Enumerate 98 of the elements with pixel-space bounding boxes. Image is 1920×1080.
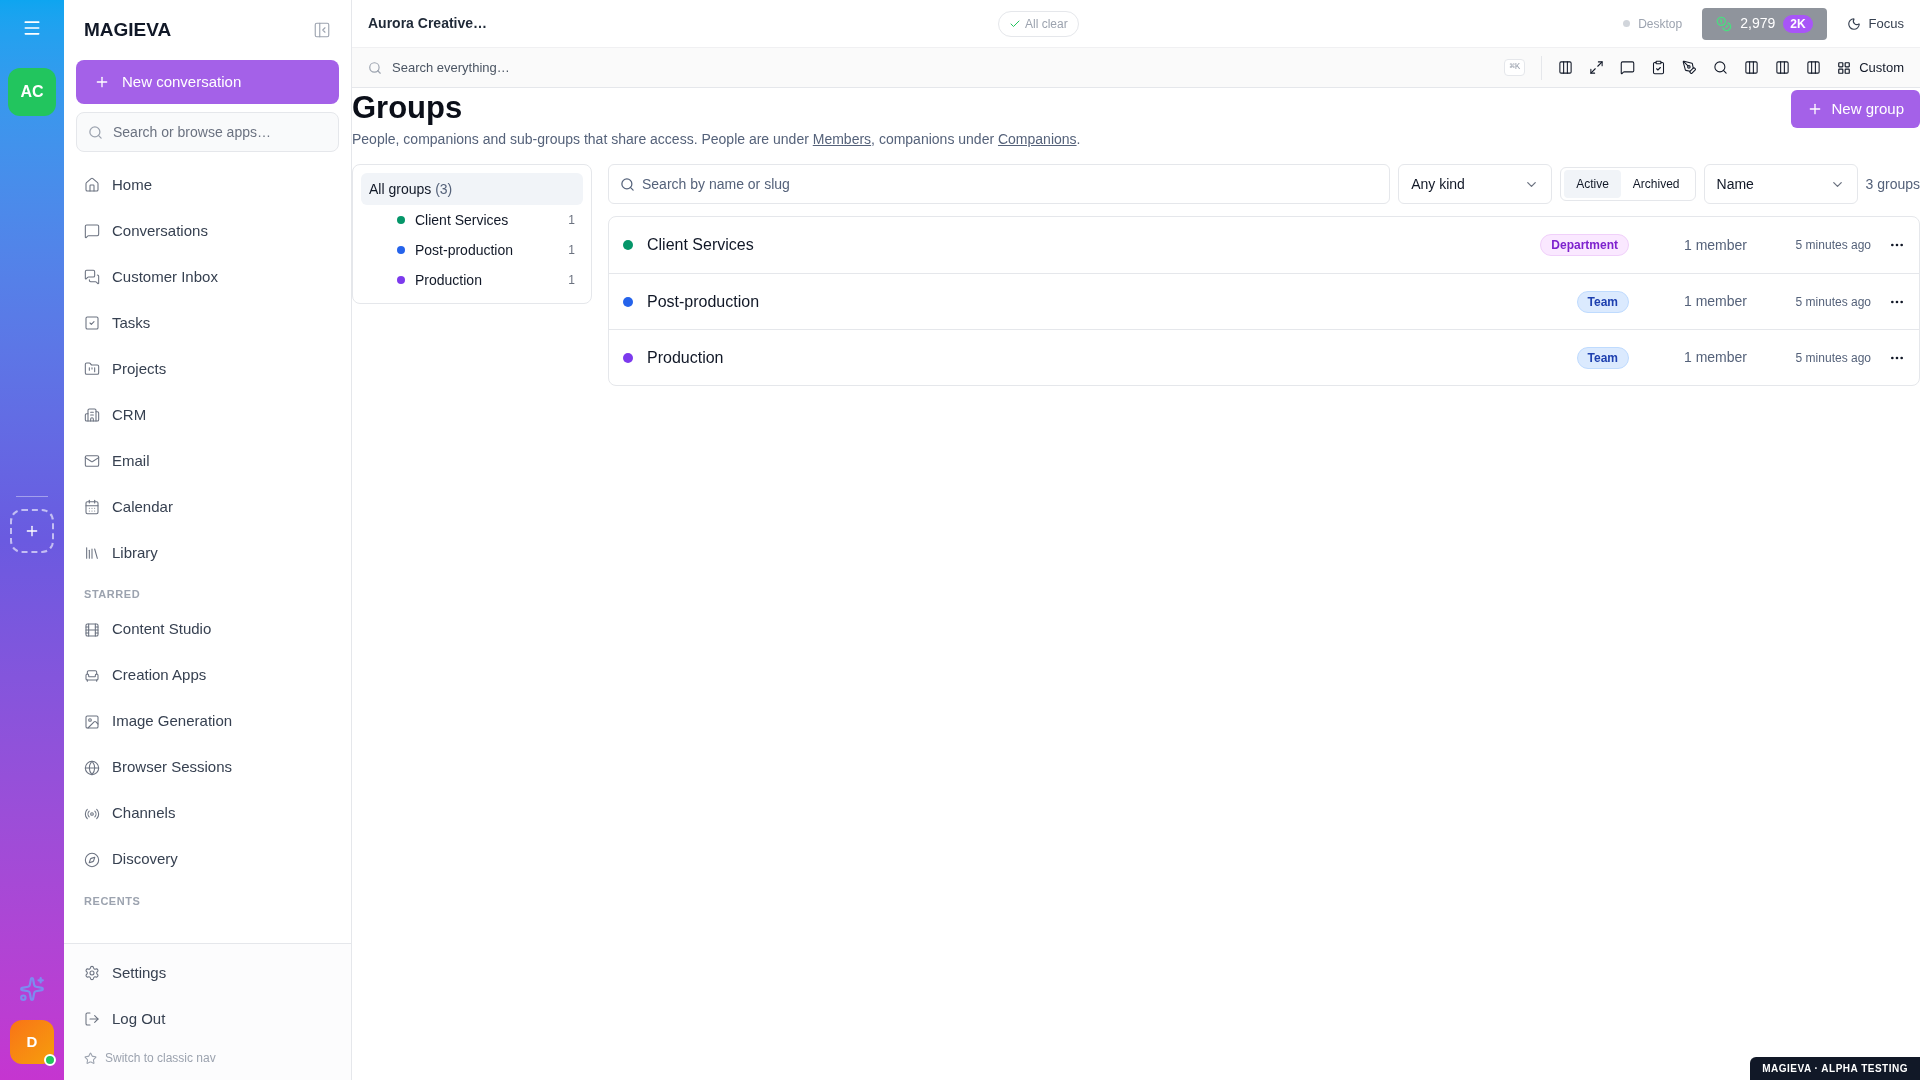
- pen-icon[interactable]: [1682, 60, 1698, 75]
- group-row[interactable]: Client Services Department 1 member 5 minutes ago: [609, 217, 1919, 273]
- chair-icon: [84, 667, 100, 684]
- workspace-title: Aurora Creative…: [368, 14, 489, 33]
- search-icon: [620, 177, 635, 192]
- group-type-tag: Team: [1576, 346, 1629, 369]
- search-icon: [88, 125, 103, 140]
- nav-item[interactable]: Library: [76, 530, 339, 576]
- group-row[interactable]: Production Team 1 member 5 minutes ago: [609, 329, 1919, 385]
- app-search-field[interactable]: Search or browse apps…: [76, 112, 339, 152]
- nav-item[interactable]: CRM: [76, 392, 339, 438]
- focus-button[interactable]: Focus: [1846, 13, 1904, 34]
- moon-icon: [1846, 16, 1861, 31]
- updated-time: 5 minutes ago: [1794, 293, 1871, 311]
- all-groups-item[interactable]: All groups (3): [361, 173, 583, 205]
- chat-bubble-icon[interactable]: [1620, 60, 1636, 75]
- group-type-tag: Department: [1540, 234, 1629, 256]
- nav-item[interactable]: Channels: [76, 790, 339, 837]
- member-count: 1 member: [1682, 235, 1747, 255]
- group-count: 3 groups: [1865, 174, 1920, 194]
- alpha-badge: MAGIEVA · ALPHA TESTING: [1750, 1057, 1920, 1080]
- group-tree-item[interactable]: Production 1: [361, 265, 583, 295]
- new-group-button[interactable]: New group: [1791, 90, 1920, 128]
- nav-item[interactable]: Tasks: [76, 300, 339, 346]
- new-conversation-button[interactable]: New conversation: [76, 60, 339, 104]
- folder-icon: [84, 361, 100, 377]
- credits-button[interactable]: 2,979 2K: [1702, 7, 1827, 40]
- film-icon: [84, 621, 100, 638]
- chat-bubble-icon: [84, 223, 100, 239]
- globe-icon: [84, 759, 100, 776]
- group-type-tag: Team: [1576, 290, 1629, 313]
- nav-item[interactable]: Email: [76, 438, 339, 484]
- plus-icon: [94, 74, 110, 90]
- calendar-icon: [84, 499, 100, 515]
- nav-item[interactable]: Settings: [76, 950, 339, 996]
- nav-item[interactable]: Content Studio: [76, 606, 339, 653]
- nav-item[interactable]: Projects: [76, 346, 339, 392]
- member-count: 1 member: [1682, 292, 1747, 311]
- nav-item[interactable]: Calendar: [76, 484, 339, 530]
- search-icon: [368, 60, 382, 75]
- custom-layout-button[interactable]: Custom: [1837, 57, 1904, 78]
- section-heading: RECENTS: [83, 893, 142, 909]
- sparkles-icon: [19, 976, 45, 1002]
- nav-item[interactable]: Browser Sessions: [76, 744, 339, 791]
- updated-time: 5 minutes ago: [1794, 349, 1871, 367]
- section-heading: STARRED: [83, 587, 142, 602]
- columns-icon[interactable]: [1806, 60, 1822, 75]
- group-row[interactable]: Post-production Team 1 member 5 minutes ago: [609, 273, 1919, 329]
- nav-item[interactable]: Customer Inbox: [76, 254, 339, 300]
- nav-item[interactable]: Image Generation: [76, 698, 339, 745]
- checkbox-icon: [84, 315, 100, 331]
- nav-item[interactable]: Conversations: [76, 208, 339, 254]
- star-icon: [84, 1051, 97, 1065]
- shortcut-key: ⌘K: [1504, 58, 1526, 77]
- grid-icon: [1837, 60, 1852, 75]
- updated-time: 5 minutes ago: [1794, 237, 1871, 254]
- group-tree-item[interactable]: Post-production 1: [361, 235, 583, 265]
- group-name: Production: [647, 347, 725, 368]
- compass-icon: [84, 851, 100, 868]
- group-tree-item[interactable]: Client Services 1: [361, 205, 583, 235]
- sort-select[interactable]: Name: [1703, 164, 1858, 204]
- menu-icon[interactable]: [22, 18, 42, 38]
- columns-icon[interactable]: [1558, 60, 1574, 75]
- nav-item[interactable]: Log Out: [76, 996, 339, 1042]
- logout-icon: [84, 1011, 100, 1027]
- coins-icon: [1716, 15, 1733, 32]
- group-name: Client Services: [647, 235, 755, 255]
- device-indicator: Desktop: [1623, 14, 1683, 33]
- books-icon: [84, 545, 100, 561]
- clipboard-icon[interactable]: [1651, 60, 1667, 75]
- brand-name: MAGIEVA: [84, 17, 172, 42]
- nav-item[interactable]: Discovery: [76, 836, 339, 883]
- status-tab[interactable]: Active: [1564, 170, 1621, 198]
- plus-icon: [24, 523, 40, 539]
- page-description: People, companions and sub-groups that share access. People are under Members, companions under Companions.: [352, 130, 1081, 149]
- kind-select[interactable]: Any kind: [1398, 164, 1553, 204]
- chat-bubbles-icon: [84, 269, 100, 285]
- global-search-field[interactable]: Search everything…: [352, 51, 1505, 84]
- nav-item[interactable]: Home: [76, 162, 339, 208]
- search-icon[interactable]: [1713, 60, 1729, 75]
- columns-icon[interactable]: [1744, 60, 1760, 75]
- group-search-field[interactable]: Search by name or slug: [608, 164, 1391, 204]
- image-icon: [84, 713, 100, 730]
- search-toolbar[interactable]: Search everything… ⌘K Custom: [352, 48, 1920, 88]
- settings-icon: [84, 965, 100, 981]
- expand-icon[interactable]: [1589, 60, 1605, 75]
- page-title: Groups: [352, 89, 464, 127]
- credits-badge: 2K: [1783, 14, 1813, 33]
- home-icon: [84, 177, 100, 193]
- member-count: 1 member: [1682, 348, 1747, 367]
- envelope-icon: [84, 453, 100, 469]
- group-name: Post-production: [647, 291, 761, 312]
- status-tab[interactable]: Archived: [1620, 170, 1692, 198]
- nav-item[interactable]: Creation Apps: [76, 652, 339, 699]
- add-workspace-button[interactable]: [10, 509, 54, 553]
- companions-link[interactable]: Companions: [997, 131, 1077, 147]
- columns-icon[interactable]: [1775, 60, 1791, 75]
- building-icon: [84, 407, 100, 423]
